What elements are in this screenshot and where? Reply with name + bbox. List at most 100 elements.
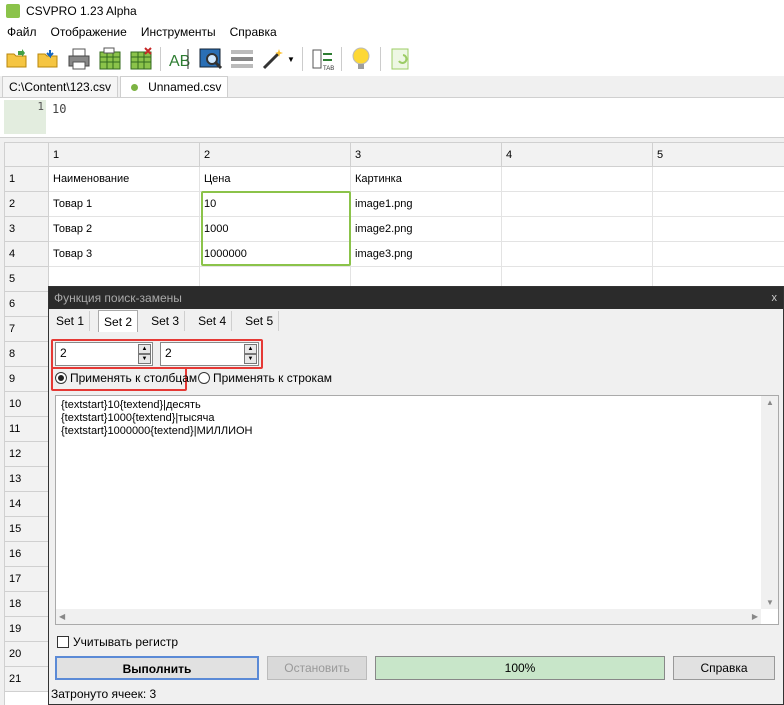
row-header[interactable]: 9 [5,367,49,392]
radio-button[interactable] [198,372,210,384]
cell-editor[interactable]: 1 10 [0,98,784,138]
column-header[interactable]: 4 [502,143,653,167]
open-folder-icon[interactable] [4,46,30,72]
tab-set-5[interactable]: Set 5 [240,311,280,331]
rules-text[interactable]: {textstart}10{textend}|десять {textstart… [61,399,253,438]
vertical-scrollbar[interactable]: ▲ ▼ [761,396,778,609]
row-header[interactable]: 4 [5,242,49,267]
grid-cell[interactable] [653,217,784,242]
table-remove-icon[interactable] [128,46,154,72]
row-spinner[interactable]: 2 ▲ ▼ [160,342,259,366]
tab-set-3[interactable]: Set 3 [146,311,186,331]
close-icon[interactable]: x [772,287,778,309]
grid-cell[interactable]: Товар 2 [49,217,200,242]
grid-cell[interactable]: image2.png [351,217,502,242]
scroll-right-icon[interactable]: ▶ [752,612,758,621]
editor-text[interactable]: 10 [52,102,66,116]
spin-down-icon[interactable]: ▼ [244,354,257,364]
row-header[interactable]: 11 [5,417,49,442]
row-header[interactable]: 19 [5,617,49,642]
grid-cell[interactable]: Товар 1 [49,192,200,217]
grid-cell[interactable] [502,192,653,217]
tab-label: Unnamed.csv [148,80,222,94]
menu-tools[interactable]: Инструменты [134,25,223,39]
spin-down-icon[interactable]: ▼ [138,354,151,364]
column-spinner[interactable]: 2 ▲ ▼ [55,342,153,366]
row-header[interactable]: 20 [5,642,49,667]
tab-123-csv[interactable]: C:\Content\123.csv [2,76,119,97]
spin-up-icon[interactable]: ▲ [138,344,151,354]
image-search-icon[interactable] [198,46,224,72]
scroll-left-icon[interactable]: ◀ [59,612,65,621]
column-header[interactable]: 1 [49,143,200,167]
row-header[interactable]: 8 [5,342,49,367]
column-header[interactable]: 5 [653,143,784,167]
grid-cell[interactable] [653,167,784,192]
scroll-down-icon[interactable]: ▼ [766,598,774,607]
row-header[interactable]: 15 [5,517,49,542]
scroll-up-icon[interactable]: ▲ [766,398,774,407]
grid-cell[interactable]: Картинка [351,167,502,192]
undo-icon[interactable] [387,46,413,72]
help-button[interactable]: Справка [673,656,775,680]
tab-set-2[interactable]: Set 2 [98,310,139,332]
printer-icon[interactable] [66,46,92,72]
column-header[interactable]: 3 [351,143,502,167]
save-folder-icon[interactable] [35,46,61,72]
row-header[interactable]: 10 [5,392,49,417]
menu-file[interactable]: Файл [0,25,44,39]
row-header[interactable]: 7 [5,317,49,342]
radio-rows[interactable]: Применять к строкам [198,371,332,385]
grid-cell[interactable]: image3.png [351,242,502,267]
row-header[interactable]: 14 [5,492,49,517]
column-tool-icon[interactable]: TAB [309,46,335,72]
column-header[interactable]: 2 [200,143,351,167]
row-header[interactable]: 6 [5,292,49,317]
grid-cell[interactable]: Наименование [49,167,200,192]
radio-button[interactable] [55,372,67,384]
row-header[interactable]: 17 [5,567,49,592]
grid-cell[interactable] [502,167,653,192]
stop-button[interactable]: Остановить [267,656,367,680]
spinner-value[interactable]: 2 [165,346,172,360]
toolbar-separator [341,47,342,71]
tab-set-1[interactable]: Set 1 [51,311,91,331]
row-header[interactable]: 5 [5,267,49,292]
rules-textarea[interactable]: {textstart}10{textend}|десять {textstart… [55,395,779,625]
grid-cell[interactable]: image1.png [351,192,502,217]
tab-set-4[interactable]: Set 4 [193,311,233,331]
row-header[interactable]: 18 [5,592,49,617]
rows-icon[interactable] [229,46,255,72]
grid-corner [5,143,49,167]
row-header[interactable]: 3 [5,217,49,242]
magic-wand-icon[interactable] [260,46,286,72]
spinner-value[interactable]: 2 [60,346,67,360]
lightbulb-icon[interactable] [348,46,374,72]
grid-cell[interactable]: Товар 3 [49,242,200,267]
row-header[interactable]: 2 [5,192,49,217]
menu-help[interactable]: Справка [223,25,284,39]
row-header[interactable]: 1 [5,167,49,192]
row-header[interactable]: 13 [5,467,49,492]
radio-columns[interactable]: Применять к столбцам [55,371,197,385]
row-header[interactable]: 21 [5,667,49,692]
horizontal-scrollbar[interactable]: ◀ ▶ [56,609,761,624]
row-header[interactable]: 16 [5,542,49,567]
text-ab-icon[interactable]: AB [167,46,193,72]
grid-cell[interactable]: Цена [200,167,351,192]
execute-button[interactable]: Выполнить [55,656,259,680]
checkbox[interactable] [57,636,69,648]
row-header[interactable]: 12 [5,442,49,467]
tab-unnamed-csv[interactable]: Unnamed.csv [120,76,229,97]
grid-cell[interactable] [653,192,784,217]
grid-cell[interactable] [502,217,653,242]
grid-cell[interactable] [653,242,784,267]
chevron-down-icon[interactable]: ▼ [287,55,295,64]
grid-cell[interactable] [502,242,653,267]
case-sensitive-option[interactable]: Учитывать регистр [57,635,178,649]
menu-view[interactable]: Отображение [44,25,134,39]
app-icon [6,4,20,18]
table-add-icon[interactable] [97,46,123,72]
radio-label: Применять к строкам [213,371,332,385]
spin-up-icon[interactable]: ▲ [244,344,257,354]
